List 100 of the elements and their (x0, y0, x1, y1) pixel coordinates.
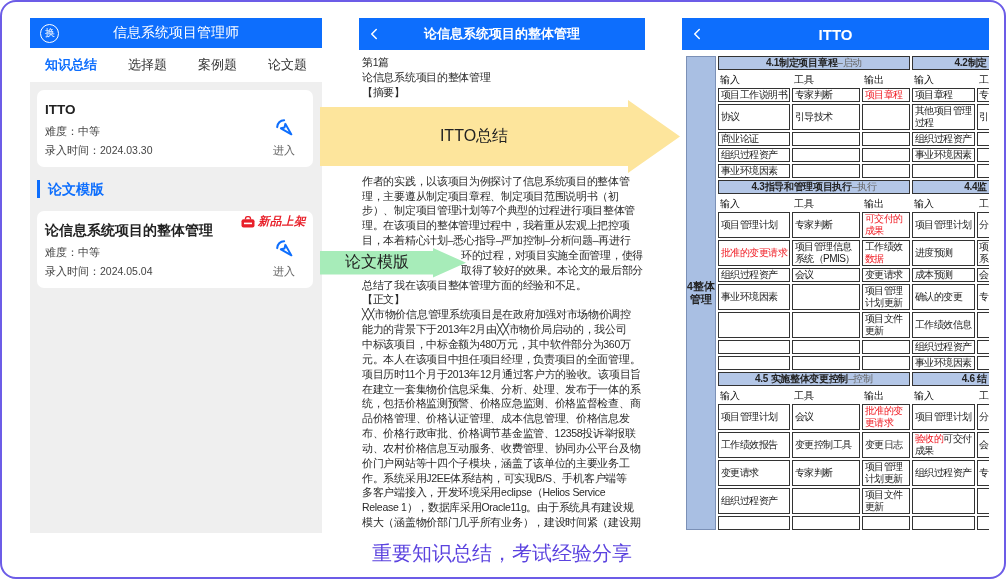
table-cell: 项目管理计划 (912, 212, 975, 238)
table-cell: 事业环境因素 (718, 284, 790, 310)
table-cell (792, 284, 860, 310)
table-cell: 引 (977, 104, 989, 130)
table-cell: 商业论证 (718, 132, 790, 146)
table-cell: 验收的可交付成果 (912, 432, 975, 458)
process-header: 4.1制定项目章程–启动 (718, 56, 910, 70)
table-cell: 会 (977, 268, 989, 282)
enter-button[interactable]: 进入 (273, 119, 295, 157)
header-title: 论信息系统项目的整体管理 (424, 25, 580, 43)
table-cell: 分 (977, 212, 989, 238)
table-cell: 专 (977, 460, 989, 486)
table-cell: 项目管理计划 (912, 404, 975, 430)
document-line: 理。在该项目的整体管理过程中，我着重从宏观上把控项 (362, 218, 630, 234)
column-header: 输入 (913, 389, 935, 402)
table-cell (792, 164, 860, 178)
table-cell: 变更日志 (862, 432, 910, 458)
table-cell (912, 164, 975, 178)
table-cell: 变更控制工具 (792, 432, 860, 458)
table-cell (862, 340, 910, 354)
table-cell: 事业环境因素 (912, 356, 975, 370)
process-header: 4.5 实施整体变更控制–控制 (718, 372, 910, 386)
document-line: 第1篇 (362, 55, 389, 70)
enter-button[interactable]: 进入 (273, 240, 295, 278)
header-title: 信息系统项目管理师 (113, 24, 239, 42)
column-header: 输入 (913, 197, 935, 210)
table-cell: 专 (977, 88, 989, 102)
column-header: 输入 (913, 73, 935, 86)
table-cell (792, 148, 860, 162)
process-header: 4.6 结 (912, 372, 989, 386)
table-cell: 组织过程资产 (718, 148, 790, 162)
table-cell: 事业环境因素 (718, 164, 790, 178)
shopping-bag-icon (241, 215, 255, 228)
table-cell: 其他项目管理过程 (912, 104, 975, 130)
tab[interactable]: 选择题 (126, 53, 170, 77)
document-line: 步）、制定项目管理计划等7个典型的过程进行项目整体管 (362, 203, 636, 219)
table-cell: 项目管理计划更新 (862, 284, 910, 310)
table-cell: 成本预测 (912, 268, 975, 282)
table-cell: 组织过程资产 (718, 268, 790, 282)
pointer-click-icon (275, 119, 293, 136)
table-cell: 项系 (977, 240, 989, 266)
table-cell (792, 312, 860, 338)
column-header: 输入 (719, 197, 741, 210)
table-cell: 项目章程 (862, 88, 910, 102)
table-cell: 专家判断 (792, 460, 860, 486)
tab[interactable]: 案例题 (195, 53, 239, 77)
table-cell: 确认的变更 (912, 284, 975, 310)
tab[interactable]: 知识总结 (43, 53, 100, 77)
column-header: 输出 (863, 389, 885, 402)
table-cell: 会议 (792, 404, 860, 430)
table-cell: 项目章程 (912, 88, 975, 102)
table-cell: 项目文件更新 (862, 312, 910, 338)
header-title: ITTO (818, 25, 853, 43)
table-cell (718, 312, 790, 338)
column-header: 输出 (863, 197, 885, 210)
table-cell: 引导技术 (792, 104, 860, 130)
essay-paragraph: ╳╳市物价信息管理系统项目是在政府加强对市场物价调控 能力的背景下于2013年2月由╳╳市物价局启动的，我公司 中标该项目，中标金额为480万元，其中软件部分为360万 元。本人在该项目中担任项目经理，负责项目的全面管理。 项目历时11个月于2013年12月通过客户方的验收。该项目旨 在建立一套集物价信息采集、分析、处理、发布于一体的系 统，包括价格监测预警、价格应急监测、价格监督检查、商 品价格管理、价格认证管理、成本信息管理、价格信息发 布、价格行政审批、价格调节基金监管、12358投诉举报联 动、农村价格信息互动服务、收费管理、协同办公平台及物 价门户网站等十四个子模块，涵盖了该单位的主要业务工 作。系统采用J2EE体系结构，可实现B/S、手机客户端等 多客户端接入，开发环境采用eclipse（Helios Service Release 1），数据库采用Oracle11g。由于系统具有建设规 模大（涵盖物价部门几乎所有业务），建设时间紧（建设期 (362, 307, 641, 530)
table-cell: 工作绩效报告 (718, 432, 790, 458)
table-cell: 会议 (792, 268, 860, 282)
entry-date: 录入时间：2024.03.30 (45, 143, 153, 157)
table-cell (862, 104, 910, 130)
document-line: 【摘要】 (362, 84, 405, 100)
column-header: 输出 (863, 73, 885, 86)
table-cell: 项目管理计划 (718, 404, 790, 430)
table-cell: 项目工作说明书 (718, 88, 790, 102)
table-cell (792, 340, 860, 354)
difficulty-text: 难度：中等 (45, 124, 101, 138)
process-header: 4.4监 (912, 180, 989, 194)
difficulty-text: 难度：中等 (45, 245, 101, 259)
column-header: 工具 (793, 73, 815, 86)
card-title: 论信息系统项目的整体管理 (45, 223, 213, 239)
table-cell: 组织过程资产 (912, 132, 975, 146)
table-cell: 项目管理计划更新 (862, 460, 910, 486)
card-title: ITTO (45, 102, 77, 118)
table-cell (718, 340, 790, 354)
column-header: 输入 (719, 389, 741, 402)
table-cell (862, 148, 910, 162)
table-cell: 变更请求 (718, 460, 790, 486)
process-header: 4.2制定 (912, 56, 989, 70)
column-header: 工具 (793, 389, 815, 402)
table-cell: 进度预测 (912, 240, 975, 266)
pointer-click-icon (275, 240, 293, 257)
table-cell: 专家判断 (792, 88, 860, 102)
tab[interactable]: 论文题 (265, 53, 309, 77)
table-cell: 会 (977, 432, 989, 458)
column-header: 工 (978, 197, 989, 210)
table-cell: 组织过程资产 (912, 460, 975, 486)
promo-label: 新品上架 (258, 215, 306, 228)
table-cell: 专 (977, 284, 989, 310)
table-cell: 协议 (718, 104, 790, 130)
table-cell: 可交付的成果 (862, 212, 910, 238)
table-cell (862, 164, 910, 178)
document-line: 目，本着精心计划–悉心指导–严加控制–分析问题–再进行 (362, 233, 631, 248)
document-line: 作者的实践，以该项目为例探讨了信息系统项目的整体管 (362, 173, 630, 189)
table-cell: 项目管理信息系统（PMIS） (792, 240, 860, 266)
category-label: 4整体管理 (686, 56, 716, 530)
column-header: 工具 (793, 197, 815, 210)
process-header: 4.3指导和管理项目执行–执行 (718, 180, 910, 194)
entry-date: 录入时间：2024.05.04 (45, 264, 154, 278)
table-cell: 专家判断 (792, 212, 860, 238)
